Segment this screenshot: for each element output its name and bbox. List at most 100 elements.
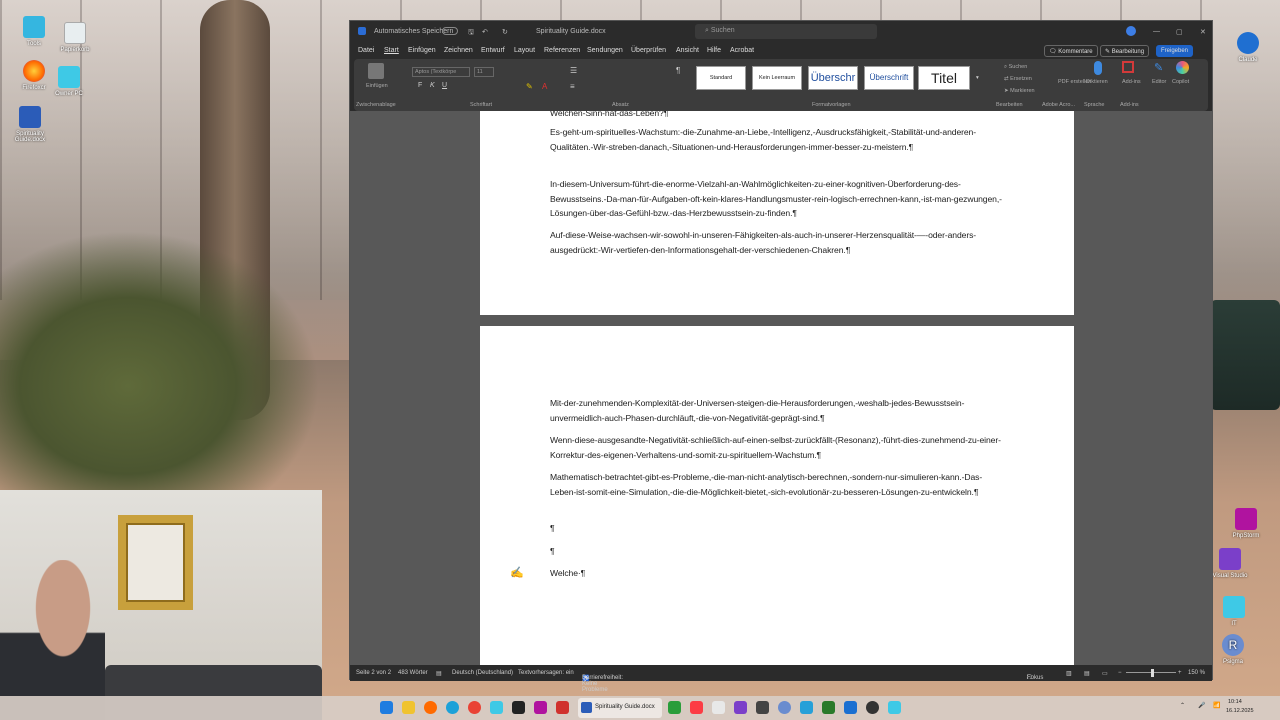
bold-icon[interactable]: F <box>418 82 422 89</box>
select-button[interactable]: ➤ Markieren <box>1004 88 1035 94</box>
tray-chevron-icon[interactable]: ⌃ <box>1180 702 1185 709</box>
paragraph[interactable]: Welchen-Sinn-hat-das-Leben?¶ <box>550 111 1005 121</box>
excel-icon[interactable] <box>668 701 681 714</box>
font-color-icon[interactable]: A <box>542 82 547 91</box>
github-icon[interactable] <box>866 701 879 714</box>
save-icon[interactable]: 🖫 <box>468 28 474 39</box>
app-icon[interactable] <box>800 701 813 714</box>
zoom-slider-thumb[interactable] <box>1151 669 1154 677</box>
tab-entwurf[interactable]: Entwurf <box>481 47 505 54</box>
tab-hilfe[interactable]: Hilfe <box>707 47 721 54</box>
desktop-icon-recycle-bin[interactable]: Papierkorb <box>50 22 100 53</box>
style-heading2[interactable]: Überschrift <box>864 66 914 90</box>
style-standard[interactable]: Standard <box>696 66 746 90</box>
firefox-icon[interactable] <box>424 701 437 714</box>
start-icon[interactable] <box>380 701 393 714</box>
copilot-button[interactable]: Copilot <box>1172 79 1189 85</box>
paragraph[interactable]: Auf-diese-Weise-wachsen-wir-sowohl-in-un… <box>550 228 1005 257</box>
acrobat-icon[interactable] <box>556 701 569 714</box>
bullets-icon[interactable]: ☰ <box>570 66 577 75</box>
style-title[interactable]: Titel <box>918 66 970 90</box>
pilcrow-icon[interactable]: ¶ <box>676 66 680 75</box>
page-count[interactable]: Seite 2 von 2 <box>356 670 391 676</box>
text-prediction-status[interactable]: Textvorhersagen: ein <box>518 670 574 676</box>
align-left-icon[interactable]: ≡ <box>570 82 575 91</box>
comments-button[interactable]: 🗨 Kommentare <box>1044 45 1098 57</box>
page-2[interactable]: Mit-der-zunehmenden-Komplexität-der-Univ… <box>480 326 1074 665</box>
styles-more-icon[interactable]: ▾ <box>976 75 979 81</box>
zoom-out-icon[interactable]: − <box>1118 670 1122 676</box>
desktop-icon-it[interactable]: IT <box>1209 596 1259 627</box>
page-1[interactable]: Welchen-Sinn-hat-das-Leben?¶ Es-geht-um-… <box>480 111 1074 315</box>
proofing-icon[interactable]: ▤ <box>436 670 442 677</box>
paragraph[interactable]: In-diesem-Universum-führt-die-enorme-Vie… <box>550 177 1005 221</box>
desktop-icon-owner-pc[interactable]: Owner PC <box>44 66 94 97</box>
style-heading1[interactable]: Überschr <box>808 66 858 90</box>
autosave-toggle[interactable] <box>442 27 458 35</box>
editing-mode-button[interactable]: ✎ Bearbeitung <box>1100 45 1150 57</box>
taskbar-word-button[interactable]: Spirituality Guide.docx <box>578 698 662 718</box>
minimize-icon[interactable]: — <box>1153 28 1160 35</box>
visual-studio-icon[interactable] <box>734 701 747 714</box>
tab-zeichnen[interactable]: Zeichnen <box>444 47 473 54</box>
font-name-select[interactable]: Aptos (Textkörpe <box>412 67 470 77</box>
tab-datei[interactable]: Datei <box>358 47 374 54</box>
tab-referenzen[interactable]: Referenzen <box>544 47 580 54</box>
tab-start[interactable]: Start <box>384 47 399 54</box>
read-mode-icon[interactable]: ▥ <box>1066 670 1072 677</box>
language-status[interactable]: Deutsch (Deutschland) <box>452 670 513 676</box>
web-layout-icon[interactable]: ▭ <box>1102 670 1108 677</box>
undo-icon[interactable]: ↶ <box>482 28 488 36</box>
zoom-in-icon[interactable]: + <box>1178 670 1182 676</box>
desktop-icon-docx[interactable]: Spirituality Guide.docx <box>5 106 55 143</box>
copilot-icon[interactable] <box>1126 26 1136 36</box>
terminal-icon[interactable] <box>512 701 525 714</box>
network-icon[interactable]: 📶 <box>1213 702 1220 709</box>
search-input[interactable]: ⌕ Suchen <box>695 24 877 39</box>
highlight-icon[interactable]: ✎ <box>526 82 533 91</box>
app-icon[interactable] <box>822 701 835 714</box>
music-icon[interactable] <box>690 701 703 714</box>
paragraph[interactable]: Mit-der-zunehmenden-Komplexität-der-Univ… <box>550 396 1005 425</box>
document-area[interactable]: Welchen-Sinn-hat-das-Leben?¶ Es-geht-um-… <box>350 111 1212 665</box>
app-icon[interactable] <box>756 701 769 714</box>
tab-einfuegen[interactable]: Einfügen <box>408 47 436 54</box>
replace-button[interactable]: ⇄ Ersetzen <box>1004 76 1032 82</box>
underline-icon[interactable]: U <box>442 82 447 89</box>
paragraph[interactable]: Wenn-diese-ausgesandte-Negativität-schli… <box>550 433 1005 462</box>
share-button[interactable]: Freigeben <box>1156 45 1194 57</box>
desktop-icon-psigma[interactable]: R Psigma <box>1208 634 1258 665</box>
editor-button[interactable]: Editor <box>1152 79 1166 85</box>
edge-icon[interactable] <box>446 701 459 714</box>
dictate-button[interactable]: Diktieren <box>1086 79 1108 85</box>
find-button[interactable]: ⌕ Suchen <box>1004 64 1027 71</box>
tab-sendungen[interactable]: Sendungen <box>587 47 623 54</box>
close-icon[interactable]: ✕ <box>1200 28 1206 36</box>
font-size-select[interactable]: 11 <box>474 67 494 77</box>
app-icon[interactable] <box>490 701 503 714</box>
paragraph[interactable]: ¶ <box>550 521 1005 536</box>
tab-ueberpruefen[interactable]: Überprüfen <box>631 47 666 54</box>
paragraph[interactable]: Mathematisch-betrachtet-gibt-es-Probleme… <box>550 470 1005 499</box>
paste-button[interactable]: Einfügen <box>366 83 388 89</box>
paragraph[interactable]: Es-geht-um-spirituelles-Wachstum:-die-Zu… <box>550 125 1005 154</box>
style-kein-leerraum[interactable]: Kein Leerraum <box>752 66 802 90</box>
tab-ansicht[interactable]: Ansicht <box>676 47 699 54</box>
clock-date[interactable]: 16.12.2025 <box>1226 708 1254 714</box>
phpstorm-icon[interactable] <box>534 701 547 714</box>
addins-button[interactable]: Add-ins <box>1122 79 1141 85</box>
clock-time[interactable]: 10:14 <box>1228 699 1242 705</box>
app-icon[interactable] <box>888 701 901 714</box>
microphone-icon[interactable]: 🎤 <box>1198 702 1205 709</box>
italic-icon[interactable]: K <box>430 82 435 89</box>
zoom-level[interactable]: 150 % <box>1188 670 1205 676</box>
tab-layout[interactable]: Layout <box>514 47 535 54</box>
explorer-icon[interactable] <box>402 701 415 714</box>
word-count[interactable]: 483 Wörter <box>398 670 428 676</box>
desktop-icon-claude[interactable]: Claude <box>1223 32 1273 63</box>
paragraph[interactable]: ¶ <box>550 544 1005 559</box>
maximize-icon[interactable]: ▢ <box>1176 28 1183 36</box>
tab-acrobat[interactable]: Acrobat <box>730 47 754 54</box>
chrome-icon[interactable] <box>468 701 481 714</box>
vscode-icon[interactable] <box>844 701 857 714</box>
